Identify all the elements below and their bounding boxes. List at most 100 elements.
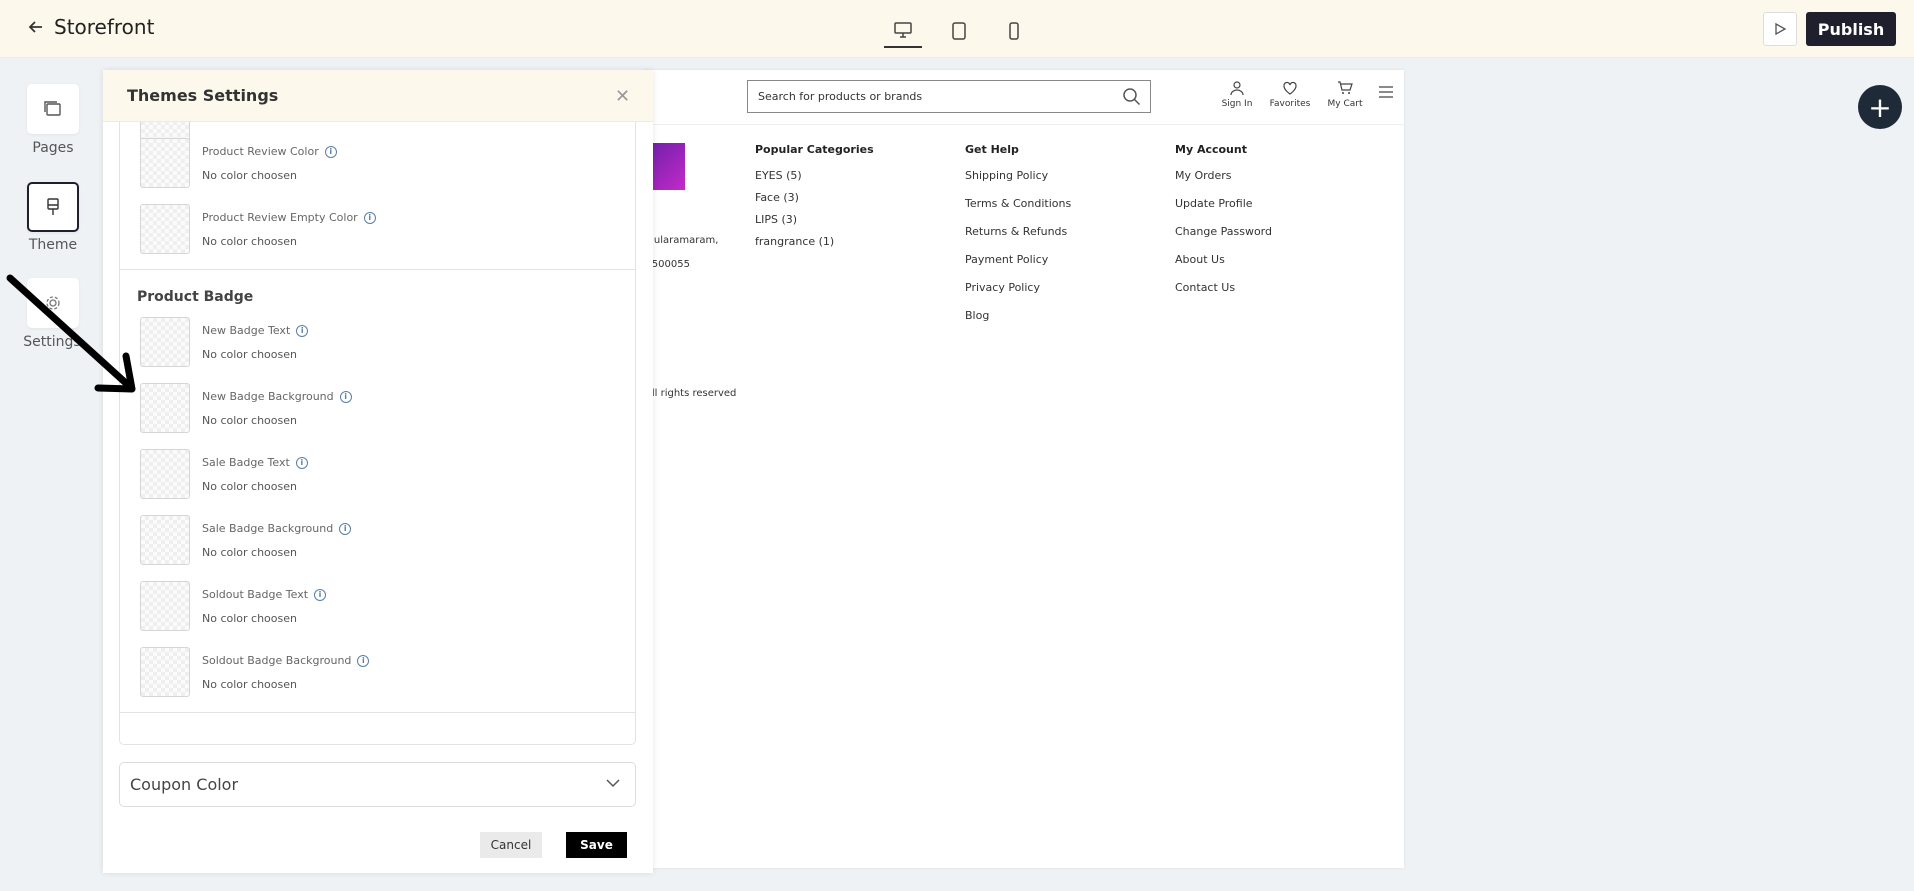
chevron-down-icon	[606, 779, 620, 788]
footer-link[interactable]: Privacy Policy	[965, 281, 1071, 299]
footer-link[interactable]: Payment Policy	[965, 253, 1071, 271]
tablet-icon	[952, 22, 966, 40]
color-value: No color choosen	[202, 414, 297, 427]
coupon-color-label: Coupon Color	[130, 775, 239, 794]
footer-link[interactable]: frangrance (1)	[755, 235, 874, 253]
search-input[interactable]: Search for products or brands	[747, 80, 1151, 113]
publish-button[interactable]: Publish	[1806, 12, 1896, 46]
footer-link[interactable]: Contact Us	[1175, 281, 1272, 299]
section-divider	[120, 712, 635, 713]
annotation-arrow	[6, 274, 136, 393]
top-bar: Storefront Publish	[0, 0, 1914, 58]
search-placeholder: Search for products or brands	[758, 90, 923, 103]
footer-link[interactable]: About Us	[1175, 253, 1272, 271]
color-swatch[interactable]	[140, 647, 190, 697]
footer-link[interactable]: Face (3)	[755, 191, 874, 209]
section-divider	[120, 269, 635, 270]
color-swatch[interactable]	[140, 515, 190, 565]
footer-link[interactable]: LIPS (3)	[755, 213, 874, 231]
color-value: No color choosen	[202, 678, 297, 691]
search-icon	[1123, 88, 1141, 106]
themes-settings-panel: Themes Settings ✕ Product Review Color i …	[103, 70, 653, 873]
panel-title: Themes Settings	[127, 86, 279, 105]
heart-icon	[1283, 81, 1297, 95]
app-title: Storefront	[54, 15, 155, 39]
favorites-link[interactable]: Favorites	[1260, 80, 1320, 109]
footer-link[interactable]: EYES (5)	[755, 169, 874, 187]
mobile-icon	[1009, 22, 1019, 40]
info-icon[interactable]: i	[339, 522, 352, 535]
footer-link[interactable]: Change Password	[1175, 225, 1272, 243]
user-icon	[1230, 81, 1244, 96]
color-label: Sale Badge Background	[202, 522, 334, 535]
color-label: Soldout Badge Background	[202, 654, 352, 667]
color-swatch[interactable]	[140, 581, 190, 631]
footer-link[interactable]: Terms & Conditions	[965, 197, 1071, 215]
storefront-preview: Search for products or brands Sign In Fa…	[645, 70, 1404, 868]
arrow-left-icon[interactable]	[26, 17, 48, 39]
hamburger-menu-icon[interactable]	[1379, 86, 1393, 98]
desktop-icon	[894, 22, 912, 38]
color-swatch[interactable]	[140, 449, 190, 499]
footer-link[interactable]: Blog	[965, 309, 1071, 327]
color-label: New Badge Background	[202, 390, 334, 403]
save-button[interactable]: Save	[566, 832, 627, 858]
add-button[interactable]: +	[1858, 85, 1902, 129]
rail-item-pages[interactable]	[27, 84, 79, 134]
preview-button[interactable]	[1763, 12, 1797, 46]
coupon-color-accordion[interactable]: Coupon Color	[119, 762, 636, 807]
color-value: No color choosen	[202, 169, 297, 182]
tablet-view-button[interactable]	[940, 14, 978, 48]
footer-link[interactable]: Update Profile	[1175, 197, 1272, 215]
color-label: Product Review Empty Color	[202, 211, 358, 224]
panel-header: Themes Settings ✕	[103, 70, 653, 122]
sign-in-link[interactable]: Sign In	[1207, 80, 1267, 109]
footer-heading: Get Help	[965, 143, 1019, 156]
play-icon	[1775, 22, 1787, 36]
info-icon[interactable]: i	[357, 654, 370, 667]
cart-icon	[1338, 81, 1353, 94]
footer-my-account: My Account My Orders Update Profile Chan…	[1175, 143, 1272, 309]
color-value: No color choosen	[202, 612, 297, 625]
info-icon[interactable]: i	[295, 456, 308, 469]
color-label: Soldout Badge Text	[202, 588, 309, 601]
color-value: No color choosen	[202, 348, 297, 361]
desktop-view-button[interactable]	[884, 14, 922, 48]
theme-icon	[47, 198, 59, 215]
color-value: No color choosen	[202, 235, 297, 248]
footer-link[interactable]: Returns & Refunds	[965, 225, 1071, 243]
info-icon[interactable]: i	[296, 324, 309, 337]
info-icon[interactable]: i	[339, 390, 352, 403]
footer-popular-categories: Popular Categories EYES (5) Face (3) LIP…	[755, 143, 874, 257]
info-icon[interactable]: i	[314, 588, 327, 601]
color-label: New Badge Text	[202, 324, 291, 337]
color-label: Product Review Color	[202, 145, 319, 158]
footer-heading: My Account	[1175, 143, 1247, 156]
close-icon[interactable]: ✕	[615, 86, 630, 107]
pages-icon	[44, 101, 61, 116]
product-badge-heading: Product Badge	[137, 289, 254, 305]
store-address-line: ajularamaram,	[645, 235, 719, 246]
color-settings-section: Product Review Color i No color choosen P…	[119, 122, 636, 745]
info-icon[interactable]: i	[324, 145, 337, 158]
color-swatch[interactable]	[140, 383, 190, 433]
color-value: No color choosen	[202, 480, 297, 493]
footer-heading: Popular Categories	[755, 143, 874, 156]
rail-label-pages: Pages	[32, 140, 74, 156]
info-icon[interactable]: i	[363, 211, 376, 224]
rail-item-theme[interactable]	[27, 182, 79, 232]
color-swatch[interactable]	[140, 317, 190, 367]
footer-link[interactable]: My Orders	[1175, 169, 1272, 187]
footer-link[interactable]: Shipping Policy	[965, 169, 1071, 187]
mobile-view-button[interactable]	[995, 14, 1033, 48]
color-swatch[interactable]	[140, 204, 190, 254]
copyright-text: All rights reserved	[645, 388, 737, 399]
cancel-button[interactable]: Cancel	[480, 832, 542, 858]
color-swatch[interactable]	[140, 138, 190, 188]
color-label: Sale Badge Text	[202, 456, 290, 469]
rail-label-theme: Theme	[28, 237, 78, 253]
color-value: No color choosen	[202, 546, 297, 559]
footer-get-help: Get Help Shipping Policy Terms & Conditi…	[965, 143, 1071, 337]
cart-link[interactable]: My Cart	[1315, 80, 1375, 109]
plus-icon: +	[1868, 90, 1892, 124]
